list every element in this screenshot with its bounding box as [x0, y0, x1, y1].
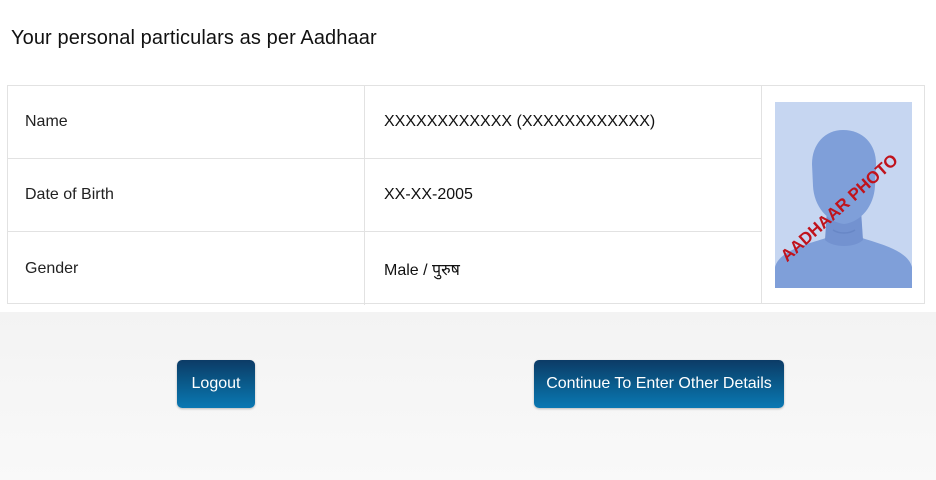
dob-value: XX-XX-2005 [384, 186, 473, 203]
name-value: XXXXXXXXXXXX (XXXXXXXXXXXX) [384, 113, 656, 130]
particulars-table: Name XXXXXXXXXXXX (XXXXXXXXXXXX) Date of… [7, 85, 925, 305]
table-row-dob: Date of Birth XX-XX-2005 [8, 159, 761, 232]
gender-value: Male / पुरुष [384, 261, 460, 279]
person-silhouette-icon: AADHAAR PHOTO [775, 102, 912, 288]
continue-button[interactable]: Continue To Enter Other Details [534, 360, 784, 408]
table-row-gender: Gender Male / पुरुष [8, 232, 761, 305]
name-label: Name [8, 86, 365, 158]
aadhaar-photo: AADHAAR PHOTO [775, 102, 912, 288]
dob-label: Date of Birth [8, 159, 365, 231]
actions-section [0, 312, 936, 480]
table-row-name: Name XXXXXXXXXXXX (XXXXXXXXXXXX) [8, 86, 761, 159]
gender-label: Gender [8, 232, 365, 305]
photo-cell: AADHAAR PHOTO [761, 86, 924, 303]
page-title: Your personal particulars as per Aadhaar [11, 27, 377, 49]
logout-button[interactable]: Logout [177, 360, 255, 408]
